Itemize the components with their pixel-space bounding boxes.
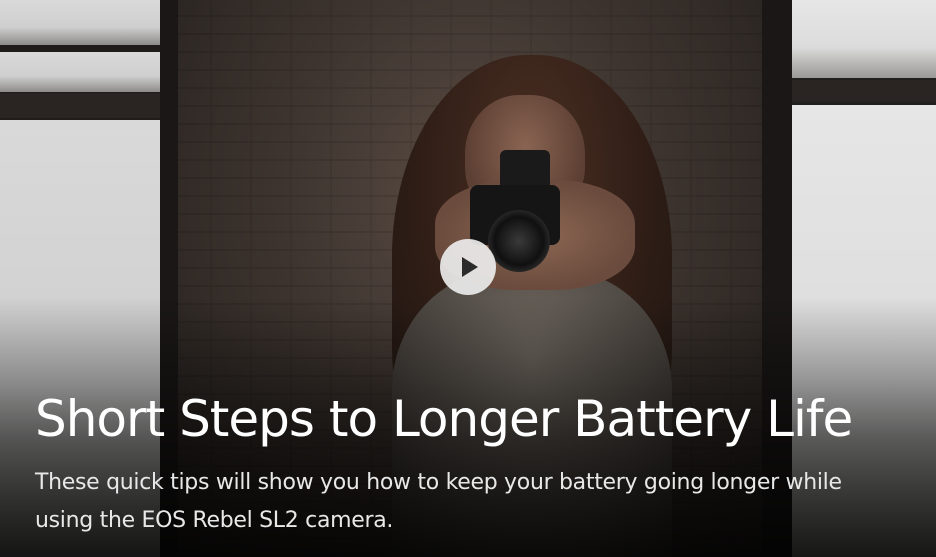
video-title: Short Steps to Longer Battery Life — [35, 390, 853, 448]
video-hero[interactable]: Short Steps to Longer Battery Life These… — [0, 0, 936, 557]
play-icon — [462, 257, 478, 277]
camera-lens — [488, 210, 550, 272]
play-button[interactable] — [440, 239, 496, 295]
video-description: These quick tips will show you how to ke… — [35, 470, 842, 533]
